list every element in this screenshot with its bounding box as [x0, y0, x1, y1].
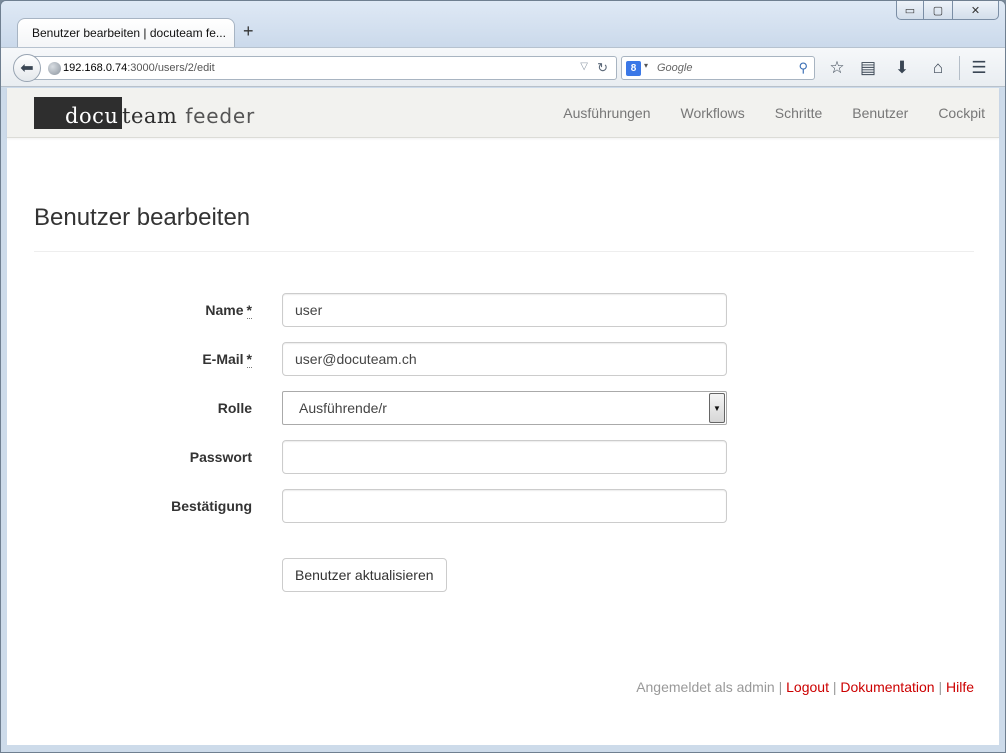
required-mark: *	[246, 302, 252, 319]
role-row: Rolle Ausführende/r ▼	[7, 391, 999, 425]
footer-separator: |	[832, 679, 837, 695]
documentation-link[interactable]: Dokumentation	[840, 679, 934, 695]
globe-icon	[48, 62, 61, 75]
logged-in-text: Angemeldet als admin	[636, 679, 775, 695]
role-label: Rolle	[217, 400, 252, 416]
maximize-icon: ▢	[932, 4, 944, 17]
password-label: Passwort	[189, 449, 252, 465]
email-row: E-Mail *	[7, 342, 999, 376]
minimize-icon: ▭	[904, 4, 916, 17]
url-path: :3000/users/2/edit	[127, 62, 215, 74]
search-bar[interactable]: 8 ▾ Google ⚲	[621, 56, 815, 80]
back-arrow-icon: ⬅	[20, 60, 34, 77]
close-window-button[interactable]: ✕	[952, 1, 999, 20]
role-select[interactable]: Ausführende/r ▼	[282, 391, 727, 425]
url-host: 192.168.0.74	[63, 62, 128, 74]
search-engine-dropdown-icon[interactable]: ▾	[644, 61, 648, 70]
nav-cockpit[interactable]: Cockpit	[938, 105, 985, 121]
bookmark-star-icon[interactable]: ☆	[826, 57, 848, 79]
password-field[interactable]	[282, 440, 727, 474]
logout-link[interactable]: Logout	[786, 679, 829, 695]
site-header: docu team feeder Ausführungen Workflows …	[7, 88, 999, 138]
nav-schritte[interactable]: Schritte	[775, 105, 822, 121]
title-bar: Benutzer bearbeiten | docuteam fe... + ▭…	[1, 1, 1005, 51]
url-dropdown-icon[interactable]: ▽	[580, 61, 588, 72]
tab-title: Benutzer bearbeiten | docuteam fe...	[32, 26, 226, 40]
logo-box: docu	[34, 97, 122, 129]
page-content: docu team feeder Ausführungen Workflows …	[7, 88, 999, 747]
browser-window: Benutzer bearbeiten | docuteam fe... + ▭…	[0, 0, 1006, 753]
nav-workflows[interactable]: Workflows	[680, 105, 744, 121]
search-icon[interactable]: ⚲	[798, 60, 808, 76]
maximize-button[interactable]: ▢	[924, 1, 952, 20]
chevron-down-icon[interactable]: ▼	[709, 393, 725, 423]
browser-tab[interactable]: Benutzer bearbeiten | docuteam fe...	[17, 18, 235, 48]
footer: Angemeldet als admin | Logout | Dokument…	[636, 679, 974, 695]
menu-icon[interactable]: ☰	[968, 57, 990, 79]
reading-list-icon[interactable]: ▤	[857, 57, 879, 79]
footer-separator: |	[778, 679, 783, 695]
close-icon: ✕	[970, 4, 981, 17]
email-label: E-Mail *	[202, 351, 252, 368]
minimize-button[interactable]: ▭	[896, 1, 924, 20]
window-bottom-frame	[1, 745, 1005, 752]
back-button[interactable]: ⬅	[13, 54, 41, 82]
home-icon[interactable]: ⌂	[927, 57, 949, 79]
page-title: Benutzer bearbeiten	[34, 204, 251, 231]
password-confirmation-field[interactable]	[282, 489, 727, 523]
main-nav: Ausführungen Workflows Schritte Benutzer…	[533, 88, 985, 138]
download-icon[interactable]: ⬇	[891, 57, 913, 79]
logo-team: team	[122, 104, 178, 128]
help-link[interactable]: Hilfe	[946, 679, 974, 695]
email-label-text: E-Mail	[202, 351, 244, 367]
google-icon[interactable]: 8	[626, 61, 641, 76]
password-row: Passwort	[7, 440, 999, 474]
confirmation-row: Bestätigung	[7, 489, 999, 523]
name-label: Name *	[205, 302, 252, 319]
title-divider	[34, 251, 974, 252]
required-mark: *	[246, 351, 252, 368]
name-field[interactable]	[282, 293, 727, 327]
name-label-text: Name	[205, 302, 244, 318]
toolbar-separator	[959, 56, 960, 80]
url-bar[interactable]: 192.168.0.74:3000/users/2/edit ▽ ↻	[29, 56, 617, 80]
footer-separator: |	[938, 679, 943, 695]
new-tab-button[interactable]: +	[243, 21, 254, 42]
search-placeholder: Google	[657, 62, 693, 74]
browser-toolbar: 192.168.0.74:3000/users/2/edit ▽ ↻ ⬅ 8 ▾…	[1, 47, 1005, 87]
window-controls: ▭ ▢ ✕	[896, 1, 999, 20]
nav-ausfuehrungen[interactable]: Ausführungen	[563, 105, 650, 121]
confirmation-label: Bestätigung	[171, 498, 252, 514]
email-field[interactable]	[282, 342, 727, 376]
docuteam-logo[interactable]: docu team feeder	[34, 97, 255, 129]
name-row: Name *	[7, 293, 999, 327]
update-user-button[interactable]: Benutzer aktualisieren	[282, 558, 447, 592]
logo-docu: docu	[65, 104, 119, 128]
role-selected-value: Ausführende/r	[299, 400, 387, 416]
nav-benutzer[interactable]: Benutzer	[852, 105, 908, 121]
logo-feeder: feeder	[185, 104, 255, 128]
reload-icon[interactable]: ↻	[597, 60, 608, 76]
